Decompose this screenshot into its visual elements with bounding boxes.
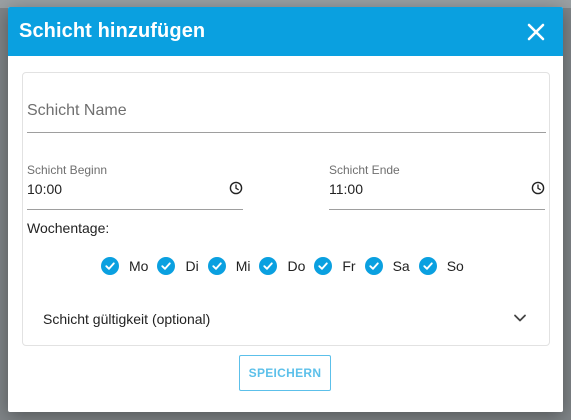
check-icon[interactable]	[207, 257, 226, 275]
shift-start-label: Schicht Beginn	[27, 163, 108, 177]
check-icon[interactable]	[259, 257, 278, 275]
check-icon[interactable]	[314, 257, 333, 275]
weekday-fr[interactable]: Fr	[314, 257, 356, 275]
shift-end-value: 11:00	[329, 181, 363, 197]
shift-end-label: Schicht Ende	[329, 163, 400, 177]
shift-validity-expander[interactable]: Schicht gültigkeit (optional)	[43, 308, 527, 330]
shift-end-field[interactable]: Schicht Ende 11:00	[329, 163, 545, 210]
shift-form-card: Schicht Beginn 10:00 Schicht Ende 11:00 …	[22, 72, 550, 346]
add-shift-dialog: Schicht hinzufügen Schicht Beginn 10:00 …	[8, 7, 563, 412]
check-icon[interactable]	[101, 257, 119, 275]
shift-validity-label: Schicht gültigkeit (optional)	[43, 311, 211, 327]
weekday-so[interactable]: So	[418, 257, 464, 275]
dialog-header: Schicht hinzufügen	[8, 7, 563, 56]
weekdays-label: Wochentage:	[27, 220, 110, 236]
weekday-sa[interactable]: Sa	[364, 257, 410, 275]
weekday-mi[interactable]: Mi	[207, 257, 251, 275]
weekday-di[interactable]: Di	[157, 257, 199, 275]
weekday-label: Do	[287, 258, 306, 274]
weekday-mo[interactable]: Mo	[101, 257, 148, 275]
shift-name-input[interactable]	[27, 89, 546, 133]
dialog-title: Schicht hinzufügen	[19, 20, 206, 42]
clock-icon[interactable]	[229, 181, 243, 195]
close-icon[interactable]	[525, 21, 547, 43]
weekday-label: Mo	[129, 258, 149, 274]
weekday-label: Di	[185, 258, 199, 274]
save-button[interactable]: SPEICHERN	[239, 355, 331, 391]
weekday-checkboxes: Mo Di Mi Do Fr Sa So	[101, 257, 473, 275]
shift-start-value: 10:00	[27, 181, 63, 197]
clock-icon[interactable]	[531, 181, 545, 195]
weekday-label: Sa	[392, 258, 410, 274]
weekday-label: So	[446, 258, 464, 274]
weekday-label: Fr	[342, 258, 356, 274]
check-icon[interactable]	[364, 257, 383, 275]
check-icon[interactable]	[418, 257, 437, 275]
weekday-do[interactable]: Do	[259, 257, 305, 275]
check-icon[interactable]	[157, 257, 176, 275]
weekday-label: Mi	[235, 258, 251, 274]
chevron-down-icon[interactable]	[513, 310, 527, 328]
shift-start-field[interactable]: Schicht Beginn 10:00	[27, 163, 243, 210]
